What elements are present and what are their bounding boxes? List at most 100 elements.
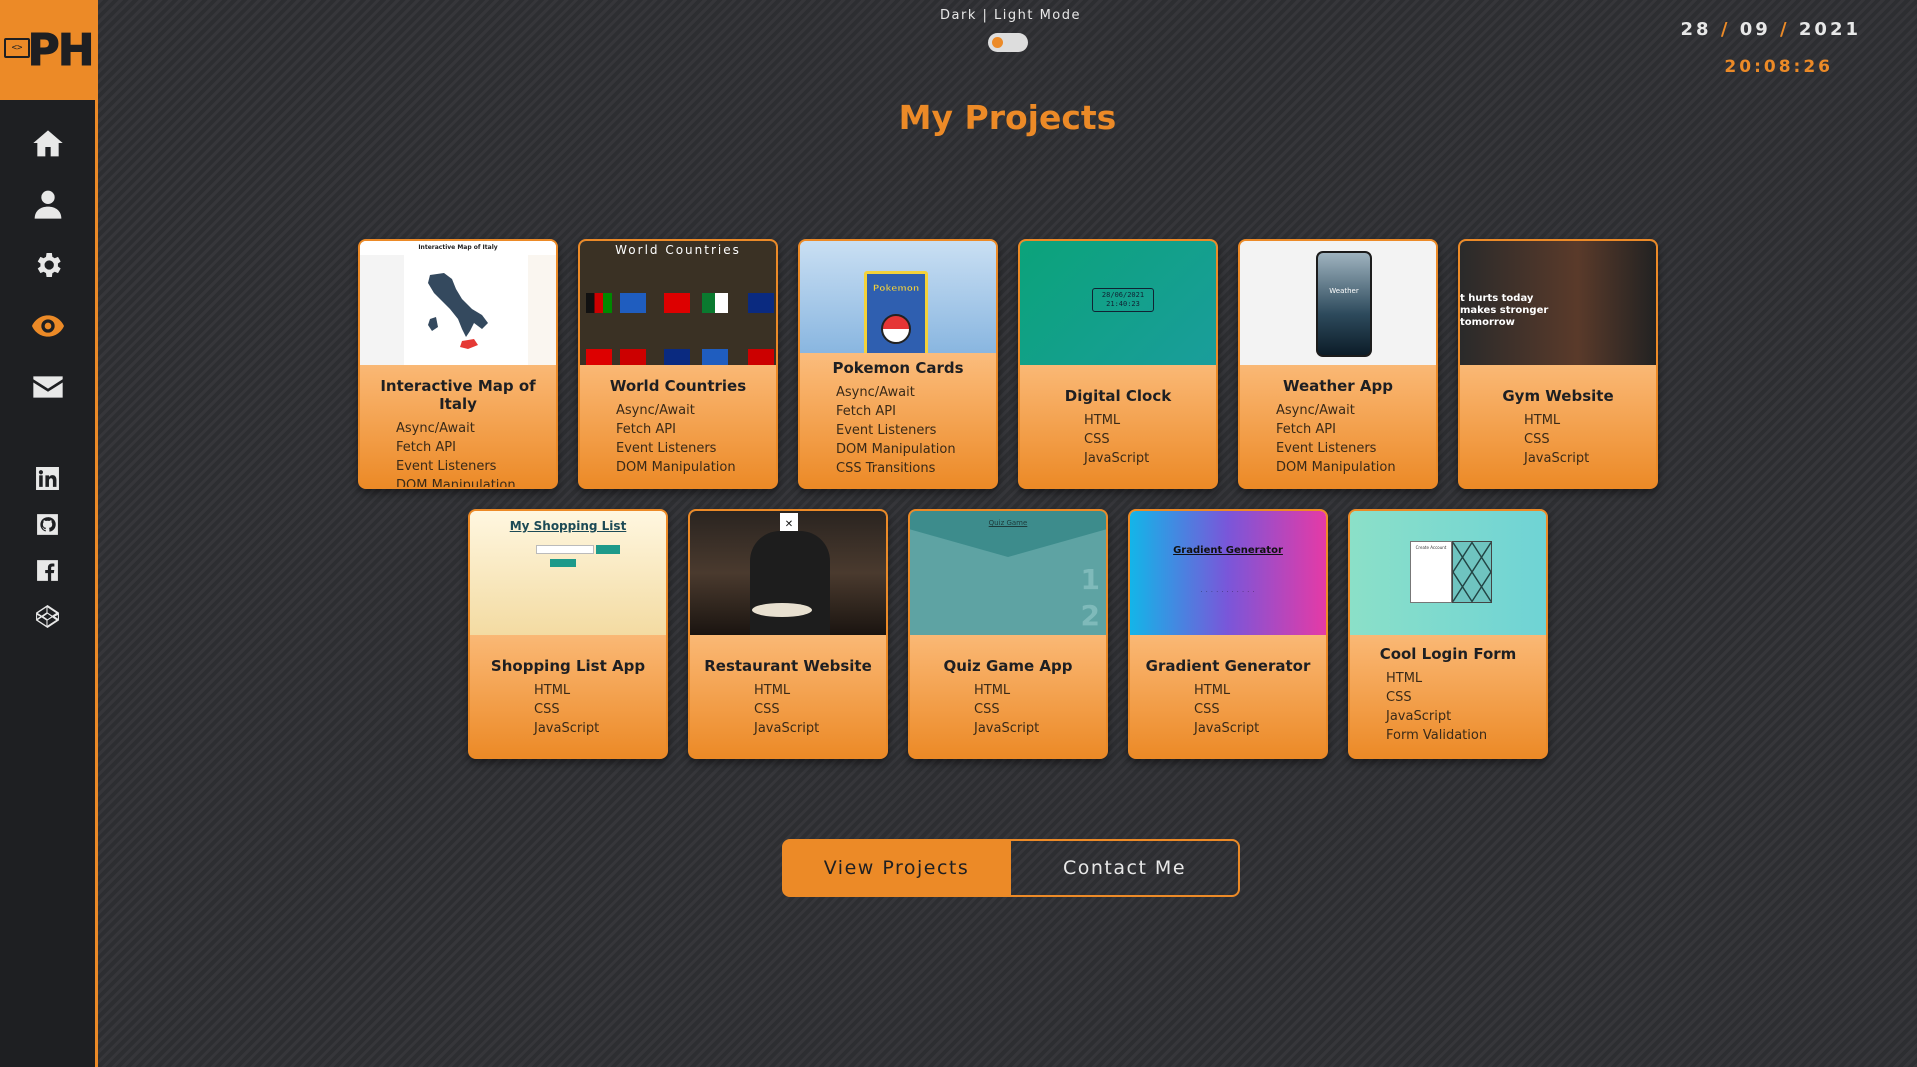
project-tags: Async/Await Fetch API Event Listeners DO… bbox=[396, 419, 556, 489]
date-display: 28 / 09 / 2021 bbox=[1680, 19, 1861, 40]
project-tags: HTML CSS JavaScript bbox=[534, 681, 666, 738]
project-tag: JavaScript bbox=[974, 721, 1040, 736]
form-mockup: Create Account bbox=[1410, 541, 1452, 603]
thumbnail-button bbox=[550, 559, 576, 567]
thumbnail-text: My Shopping List bbox=[509, 519, 627, 533]
project-tag: JavaScript bbox=[1084, 451, 1150, 466]
project-tag: CSS bbox=[1194, 702, 1220, 717]
project-title: Weather App bbox=[1282, 377, 1394, 395]
thumbnail-sidebar bbox=[360, 255, 404, 365]
project-tag: HTML bbox=[1386, 671, 1423, 686]
plate-image bbox=[752, 603, 812, 617]
project-thumbnail: Weather bbox=[1240, 241, 1436, 365]
mode-label: Dark | Light Mode bbox=[940, 8, 1081, 23]
project-title: Gym Website bbox=[1502, 387, 1614, 405]
project-title: Shopping List App bbox=[490, 657, 646, 675]
codepen-link[interactable] bbox=[0, 593, 95, 639]
project-card-digital-clock[interactable]: 28/06/2021 21:40:23 Digital Clock HTML C… bbox=[1018, 239, 1218, 489]
thumbnail-text: Weather bbox=[1329, 287, 1359, 295]
thumbnail-text: Gradient Generator bbox=[1173, 545, 1283, 556]
project-card-weather[interactable]: Weather Weather App Async/Await Fetch AP… bbox=[1238, 239, 1438, 489]
linkedin-link[interactable] bbox=[0, 455, 95, 501]
project-card-italy[interactable]: Interactive Map of Italy Interactive Map… bbox=[358, 239, 558, 489]
eye-icon bbox=[31, 314, 64, 337]
user-icon bbox=[34, 190, 61, 219]
thumbnail-text: 28/06/2021 21:40:23 bbox=[1092, 288, 1154, 312]
facebook-link[interactable] bbox=[0, 547, 95, 593]
project-tag: Form Validation bbox=[1386, 728, 1488, 743]
contact-me-button[interactable]: Contact Me bbox=[1011, 839, 1240, 897]
project-tag: CSS bbox=[754, 702, 780, 717]
flag-thumbnail bbox=[586, 349, 612, 365]
project-card-pokemon[interactable]: Pokemon Pokemon Cards Async/Await Fetch … bbox=[798, 239, 998, 489]
project-card-login-form[interactable]: Create Account Cool Login Form HTML CSS … bbox=[1348, 509, 1548, 759]
project-tag: CSS bbox=[974, 702, 1000, 717]
project-card-world-countries[interactable]: World Countries World Countries Async/Aw… bbox=[578, 239, 778, 489]
thumbnail-text: World Countries bbox=[615, 243, 741, 257]
project-tag: CSS bbox=[1084, 432, 1110, 447]
project-tags: Async/Await Fetch API Event Listeners DO… bbox=[1276, 401, 1436, 477]
nav-projects[interactable] bbox=[0, 295, 95, 356]
project-thumbnail: Interactive Map of Italy bbox=[360, 241, 556, 365]
project-title: Quiz Game App bbox=[943, 657, 1073, 675]
flag-thumbnail bbox=[620, 293, 646, 313]
thumbnail-text: t hurts today makes stronger tomorrow bbox=[1460, 293, 1549, 328]
project-tag: HTML bbox=[754, 683, 791, 698]
pattern-panel bbox=[1452, 541, 1492, 603]
thumbnail-text: Interactive Map of Italy bbox=[360, 241, 556, 255]
project-title: Restaurant Website bbox=[704, 657, 872, 675]
date-day: 28 bbox=[1680, 19, 1712, 40]
nav-skills[interactable] bbox=[0, 234, 95, 295]
project-card-quiz[interactable]: Quiz Game 1 2 Quiz Game App HTML CSS Jav… bbox=[908, 509, 1108, 759]
chef-image bbox=[750, 531, 830, 635]
project-tag: Fetch API bbox=[616, 422, 676, 437]
project-tag: Async/Await bbox=[1276, 403, 1355, 418]
project-tag: JavaScript bbox=[754, 721, 820, 736]
flag-thumbnail bbox=[664, 293, 690, 313]
project-tag: Fetch API bbox=[396, 440, 456, 455]
project-tag: CSS bbox=[1386, 690, 1412, 705]
envelope-icon bbox=[32, 375, 63, 398]
project-thumbnail: World Countries bbox=[580, 241, 776, 365]
project-tag: Fetch API bbox=[1276, 422, 1336, 437]
question-number: 1 bbox=[1080, 563, 1100, 596]
project-tag: Async/Await bbox=[396, 421, 475, 436]
question-number: 2 bbox=[1080, 599, 1100, 632]
project-thumbnail: t hurts today makes stronger tomorrow bbox=[1460, 241, 1656, 365]
thumbnail-text: Pokemon bbox=[872, 284, 920, 295]
project-card-gym[interactable]: t hurts today makes stronger tomorrow Gy… bbox=[1458, 239, 1658, 489]
project-tags: HTML CSS JavaScript Form Validation bbox=[1386, 669, 1546, 745]
thumbnail-input bbox=[536, 545, 594, 554]
flag-thumbnail bbox=[620, 349, 646, 365]
project-title: Pokemon Cards bbox=[832, 359, 964, 377]
logo-text: PH bbox=[27, 24, 95, 76]
project-tag: DOM Manipulation bbox=[836, 442, 956, 457]
pokemon-card-image: Pokemon bbox=[864, 271, 928, 353]
project-card-gradient[interactable]: Gradient Generator · · · · · · · · · · ·… bbox=[1128, 509, 1328, 759]
project-tag: DOM Manipulation bbox=[396, 478, 516, 489]
flag-thumbnail bbox=[702, 293, 728, 313]
view-projects-button[interactable]: View Projects bbox=[782, 839, 1011, 897]
project-tags: Async/Await Fetch API Event Listeners DO… bbox=[616, 401, 776, 477]
nav-about[interactable] bbox=[0, 173, 95, 234]
project-tags: Async/Await Fetch API Event Listeners DO… bbox=[836, 383, 996, 478]
project-thumbnail: 28/06/2021 21:40:23 bbox=[1020, 241, 1216, 365]
project-title: Gradient Generator bbox=[1145, 657, 1311, 675]
thumbnail-text: Create Account bbox=[1415, 545, 1447, 550]
project-tags: HTML CSS JavaScript bbox=[1194, 681, 1326, 738]
theme-toggle[interactable] bbox=[988, 33, 1028, 52]
project-tag: DOM Manipulation bbox=[616, 460, 736, 475]
nav-contact[interactable] bbox=[0, 356, 95, 417]
project-card-restaurant[interactable]: ✕ Restaurant Website HTML CSS JavaScript bbox=[688, 509, 888, 759]
sidebar: <> PH bbox=[0, 0, 98, 1067]
project-card-shopping-list[interactable]: My Shopping List Shopping List App HTML … bbox=[468, 509, 668, 759]
project-thumbnail: Pokemon bbox=[800, 241, 996, 353]
logo[interactable]: <> PH bbox=[0, 0, 98, 100]
thumbnail-subtext: · · · · · · · · · · · bbox=[1200, 589, 1256, 595]
project-tag: Event Listeners bbox=[616, 441, 717, 456]
github-link[interactable] bbox=[0, 501, 95, 547]
date-year: 2021 bbox=[1798, 19, 1861, 40]
project-tag: CSS bbox=[1524, 432, 1550, 447]
project-tags: HTML CSS JavaScript bbox=[974, 681, 1106, 738]
toggle-knob bbox=[992, 37, 1003, 48]
